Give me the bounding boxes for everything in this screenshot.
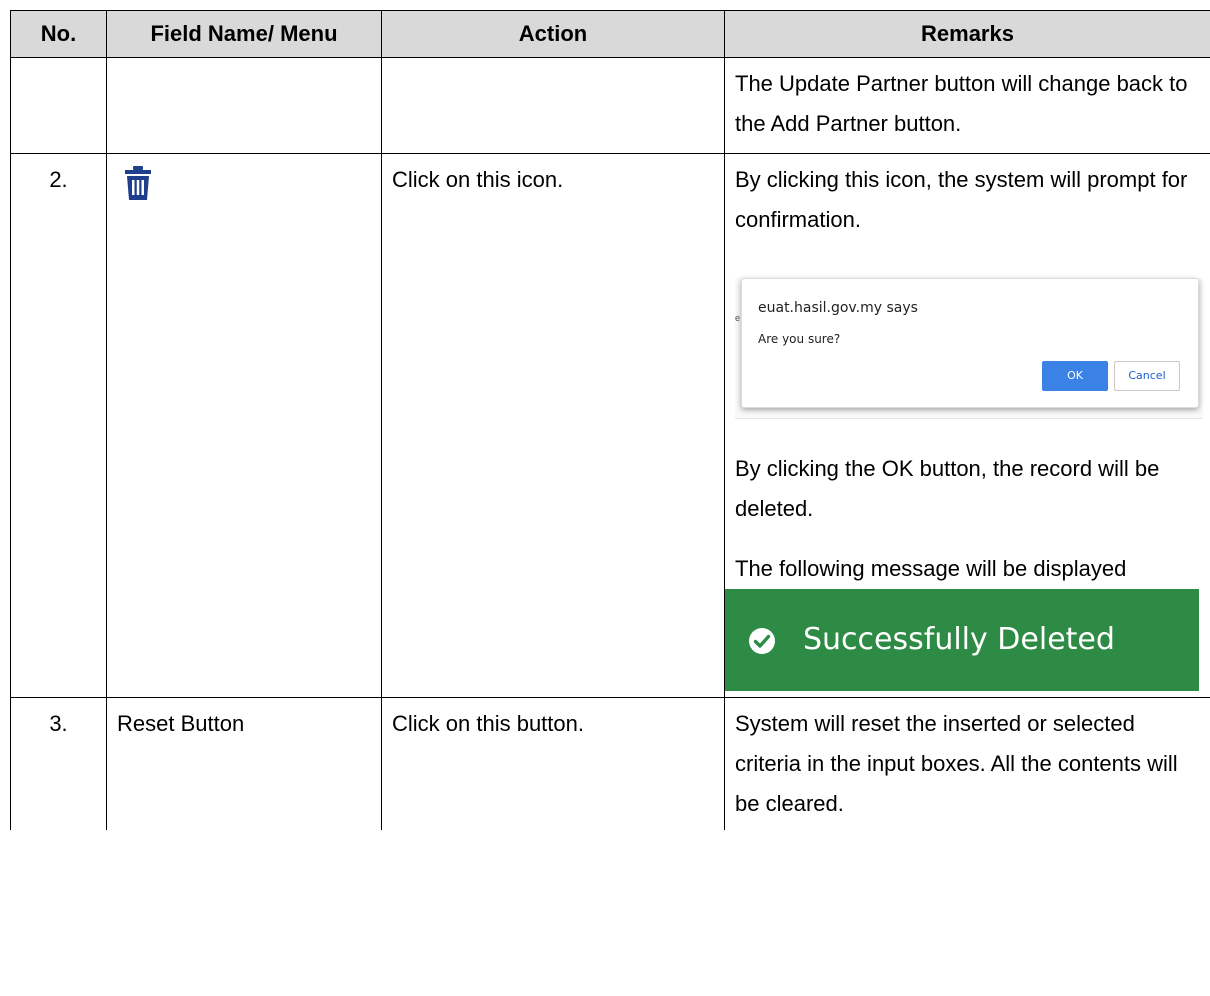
- dialog-message: Are you sure?: [758, 332, 841, 346]
- field-name-cell: [106, 57, 382, 154]
- dialog-cancel-button[interactable]: Cancel: [1114, 361, 1180, 391]
- remarks-text: By clicking this icon, the system will p…: [735, 167, 1188, 232]
- table-row: 3. Reset Button Click on this button. Sy…: [10, 697, 1210, 830]
- header-no: No.: [10, 10, 107, 58]
- row-number: [10, 57, 107, 154]
- header-remarks: Remarks: [724, 10, 1210, 58]
- dialog-ok-button[interactable]: OK: [1042, 361, 1108, 391]
- remarks-cell: System will reset the inserted or select…: [724, 697, 1210, 830]
- confirm-dialog-screenshot: e euat.hasil.gov.my says Are you sure? O…: [735, 278, 1203, 419]
- action-cell: Click on this button.: [381, 697, 725, 830]
- header-field-name: Field Name/ Menu: [106, 10, 382, 58]
- dialog-title: euat.hasil.gov.my says: [758, 300, 918, 316]
- confirm-dialog: euat.hasil.gov.my says Are you sure? OK …: [741, 278, 1199, 408]
- remarks-text: The Update Partner button will change ba…: [735, 71, 1188, 136]
- success-message: Successfully Deleted: [803, 622, 1115, 657]
- field-name-cell: [106, 153, 382, 698]
- field-name-cell: Reset Button: [106, 697, 382, 830]
- trash-icon[interactable]: [125, 166, 151, 200]
- remarks-text: The following message will be displayed: [735, 556, 1127, 581]
- dialog-edge-mark: e: [735, 313, 741, 323]
- remarks-text: By clicking the OK button, the record wi…: [735, 456, 1160, 521]
- table-row: 2. Click on this icon. By clicking this …: [10, 153, 1210, 698]
- table-header-row: No. Field Name/ Menu Action Remarks: [10, 10, 1210, 58]
- action-cell: [381, 57, 725, 154]
- header-action: Action: [381, 10, 725, 58]
- remarks-cell: The Update Partner button will change ba…: [724, 57, 1210, 154]
- action-cell: Click on this icon.: [381, 153, 725, 698]
- check-circle-icon: [749, 627, 775, 654]
- table-row: The Update Partner button will change ba…: [10, 57, 1210, 154]
- row-number: 3.: [10, 697, 107, 830]
- remarks-cell: By clicking this icon, the system will p…: [724, 153, 1210, 698]
- success-banner: Successfully Deleted: [725, 589, 1199, 691]
- row-number: 2.: [10, 153, 107, 698]
- document-table: No. Field Name/ Menu Action Remarks The …: [10, 10, 1210, 830]
